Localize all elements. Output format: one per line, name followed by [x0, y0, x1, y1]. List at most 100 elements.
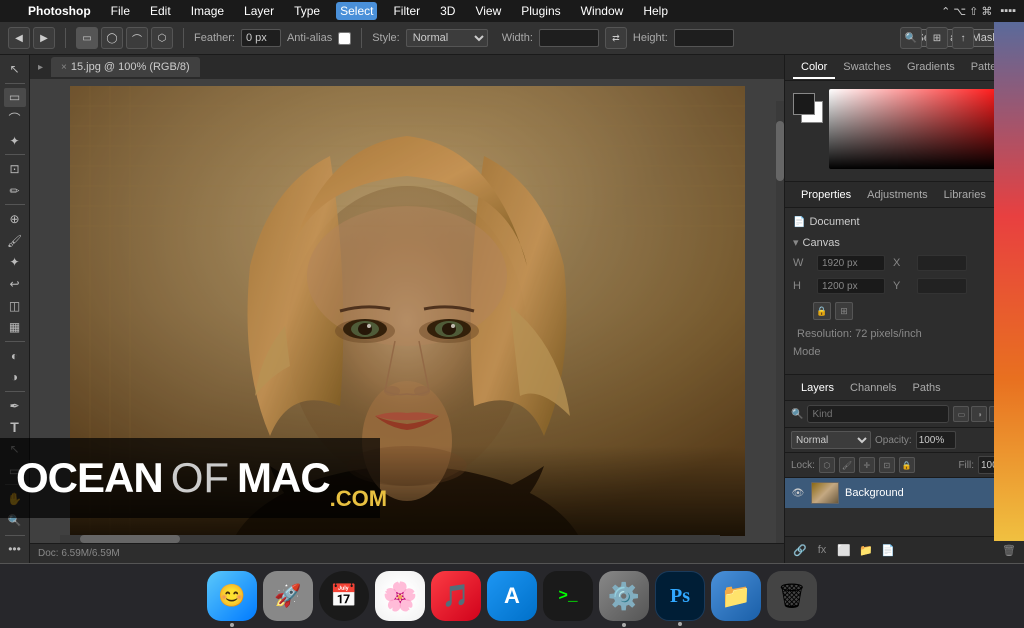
lock-canvas-icon[interactable]: ⊞: [835, 302, 853, 320]
toolbar-polygon[interactable]: ⬡: [151, 27, 173, 49]
lock-artboard-btn[interactable]: ⊡: [879, 457, 895, 473]
menu-view[interactable]: View: [471, 2, 505, 20]
scrollbar-thumb-v[interactable]: [776, 121, 784, 181]
opacity-input[interactable]: [916, 431, 956, 449]
canvas-h-scrollbar[interactable]: [60, 535, 720, 543]
paths-tab[interactable]: Paths: [905, 378, 949, 398]
tool-eyedropper[interactable]: ✏: [4, 181, 26, 201]
layer-visibility-toggle[interactable]: 👁: [791, 486, 805, 500]
tool-clone[interactable]: ✦: [4, 253, 26, 273]
lock-all-btn[interactable]: 🔒: [899, 457, 915, 473]
dock-terminal[interactable]: >_: [543, 571, 593, 621]
width-input[interactable]: [539, 29, 599, 47]
menu-photoshop[interactable]: Photoshop: [24, 2, 95, 20]
color-swatches[interactable]: [793, 93, 823, 123]
filter-pixel[interactable]: ▭: [953, 406, 969, 422]
channels-tab[interactable]: Channels: [842, 378, 904, 398]
lock-w-icon[interactable]: 🔒: [813, 302, 831, 320]
properties-tab[interactable]: Properties: [793, 185, 859, 205]
fg-color-swatch[interactable]: [793, 93, 815, 115]
tool-blur[interactable]: ◐: [4, 346, 26, 366]
color-tab[interactable]: Color: [793, 57, 835, 79]
height-field[interactable]: [817, 278, 885, 294]
menu-image[interactable]: Image: [187, 2, 228, 20]
tabs-arrow[interactable]: ▸: [38, 62, 43, 73]
x-field[interactable]: [917, 255, 967, 271]
tool-brush[interactable]: 🖌: [4, 231, 26, 251]
dock-calendar[interactable]: 📅: [319, 571, 369, 621]
tool-eraser[interactable]: ◫: [4, 296, 26, 316]
libraries-tab[interactable]: Libraries: [936, 185, 994, 205]
tool-move[interactable]: ↖: [4, 59, 26, 79]
lock-transparent-btn[interactable]: ⬡: [819, 457, 835, 473]
dock-folder[interactable]: 📁: [711, 571, 761, 621]
toolbar-rect-select[interactable]: ▭: [76, 27, 98, 49]
style-select[interactable]: Normal Fixed Ratio Fixed Size: [406, 29, 488, 47]
toolbar-search[interactable]: 🔍: [900, 27, 922, 49]
tool-dodge[interactable]: ◑: [4, 367, 26, 387]
layer-thumbnail[interactable]: [811, 482, 839, 504]
dock-photoshop[interactable]: Ps: [655, 571, 705, 621]
tool-rect-select[interactable]: ▭: [4, 88, 26, 108]
feather-input[interactable]: [241, 29, 281, 47]
toolbar-back-btn[interactable]: ◀: [8, 27, 30, 49]
menu-plugins[interactable]: Plugins: [517, 2, 564, 20]
tool-more[interactable]: •••: [4, 539, 26, 559]
toolbar-share[interactable]: ↑: [952, 27, 974, 49]
tool-heal[interactable]: ⊕: [4, 209, 26, 229]
y-field[interactable]: [917, 278, 967, 294]
tool-lasso[interactable]: ⌒: [4, 109, 26, 129]
menu-select[interactable]: Select: [336, 2, 377, 20]
dock-music[interactable]: 🎵: [431, 571, 481, 621]
canvas-arrow[interactable]: ▾: [793, 236, 799, 249]
toolbar-forward-btn[interactable]: ▶: [33, 27, 55, 49]
toolbar-view-options[interactable]: ⊞: [926, 27, 948, 49]
swap-btn[interactable]: ⇄: [605, 27, 627, 49]
menu-file[interactable]: File: [107, 2, 134, 20]
dock-systemprefs[interactable]: ⚙️: [599, 571, 649, 621]
filter-adjustment[interactable]: ◑: [971, 406, 987, 422]
tool-crop[interactable]: ⊡: [4, 159, 26, 179]
antialias-checkbox[interactable]: [338, 32, 351, 45]
toolbar-ellipse-select[interactable]: ◯: [101, 27, 123, 49]
tool-pen[interactable]: ✒: [4, 396, 26, 416]
lock-position-btn[interactable]: ✛: [859, 457, 875, 473]
add-mask-btn[interactable]: ⬜: [835, 541, 853, 559]
color-gradient-box[interactable]: [829, 89, 1016, 169]
width-field[interactable]: [817, 255, 885, 271]
menu-type[interactable]: Type: [290, 2, 324, 20]
layers-search-input[interactable]: [807, 405, 949, 423]
link-layers-btn[interactable]: 🔗: [791, 541, 809, 559]
scrollbar-thumb-h[interactable]: [80, 535, 180, 543]
menu-edit[interactable]: Edit: [146, 2, 175, 20]
dock-launchpad[interactable]: 🚀: [263, 571, 313, 621]
blend-mode-select[interactable]: Normal: [791, 431, 871, 449]
menu-layer[interactable]: Layer: [240, 2, 278, 20]
dock-photos[interactable]: 🌸: [375, 571, 425, 621]
dock-trash[interactable]: 🗑: [767, 571, 817, 621]
canvas-v-scrollbar[interactable]: [776, 101, 784, 543]
create-layer-btn[interactable]: 📄: [879, 541, 897, 559]
tool-gradient[interactable]: ▦: [4, 317, 26, 337]
add-style-btn[interactable]: fx: [813, 541, 831, 559]
menu-3d[interactable]: 3D: [436, 2, 459, 20]
swatches-tab[interactable]: Swatches: [835, 57, 899, 79]
toolbar-lasso[interactable]: ⌒: [126, 27, 148, 49]
gradients-tab[interactable]: Gradients: [899, 57, 963, 79]
menu-filter[interactable]: Filter: [389, 2, 424, 20]
canvas-tab-active[interactable]: × 15.jpg @ 100% (RGB/8): [51, 57, 200, 77]
delete-layer-btn[interactable]: 🗑: [1000, 541, 1018, 559]
layers-tab[interactable]: Layers: [793, 378, 842, 398]
layer-item-background[interactable]: 👁 Background 🔒: [785, 478, 1024, 508]
canvas-tab-close[interactable]: ×: [61, 62, 67, 73]
height-input[interactable]: [674, 29, 734, 47]
tool-history-brush[interactable]: ↩: [4, 274, 26, 294]
tool-quick-select[interactable]: ✦: [4, 131, 26, 151]
adjustments-tab[interactable]: Adjustments: [859, 185, 936, 205]
dock-appstore[interactable]: A: [487, 571, 537, 621]
menu-window[interactable]: Window: [577, 2, 628, 20]
dock-finder[interactable]: 😊: [207, 571, 257, 621]
create-group-btn[interactable]: 📁: [857, 541, 875, 559]
tool-type[interactable]: T: [4, 418, 26, 438]
menu-help[interactable]: Help: [639, 2, 672, 20]
